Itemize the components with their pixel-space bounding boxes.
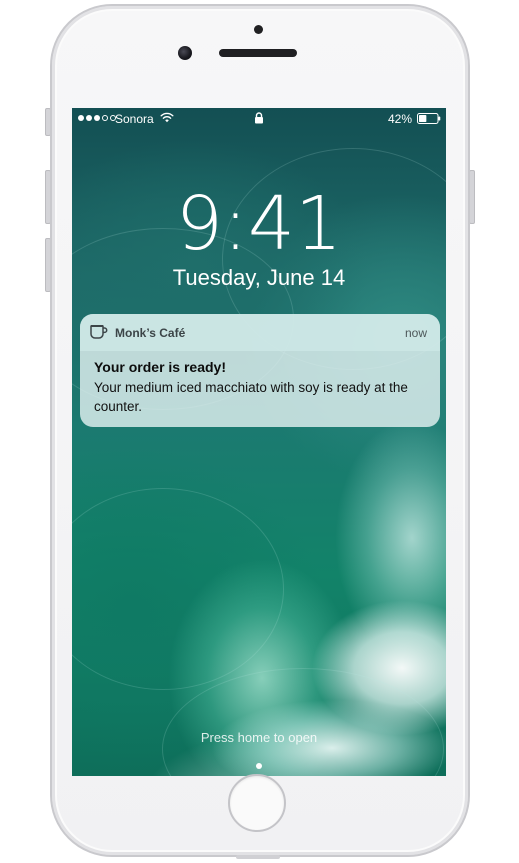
notification-card[interactable]: Monk’s Café now Your order is ready! You… bbox=[80, 314, 440, 427]
bottom-edge-detail bbox=[236, 855, 280, 859]
proximity-sensor bbox=[254, 25, 263, 34]
lock-screen-time: 9:41 bbox=[175, 181, 343, 267]
signal-dot-empty bbox=[102, 115, 108, 121]
front-camera bbox=[178, 46, 192, 60]
battery-percent: 42% bbox=[388, 112, 413, 126]
home-button[interactable] bbox=[228, 774, 286, 832]
status-bar: Sonora 42% bbox=[72, 108, 446, 130]
wallpaper-ripple bbox=[72, 488, 284, 690]
wallpaper-ripple bbox=[162, 668, 444, 776]
lock-screen-date: Tuesday, June 14 bbox=[172, 265, 346, 290]
carrier-name: Sonora bbox=[115, 112, 154, 126]
earpiece-speaker bbox=[219, 49, 297, 57]
lock-icon bbox=[255, 112, 263, 124]
signal-dot-filled bbox=[78, 115, 84, 121]
notification-body: Your medium iced macchiato with soy is r… bbox=[94, 380, 408, 414]
lock-screen[interactable]: Sonora 42% 9:41 Tuesday, June 14 Monk’s … bbox=[72, 108, 446, 776]
wifi-icon bbox=[160, 112, 174, 123]
coffee-cup-icon bbox=[90, 325, 108, 339]
battery-icon bbox=[417, 113, 441, 124]
unlock-hint: Press home to open bbox=[200, 730, 318, 745]
notification-title: Your order is ready! bbox=[94, 359, 227, 375]
notification-header: Monk’s Café now bbox=[80, 314, 440, 351]
page-indicator-dot bbox=[256, 763, 262, 769]
signal-strength-indicator bbox=[78, 115, 116, 123]
signal-dot-filled bbox=[94, 115, 100, 121]
notification-app-name: Monk’s Café bbox=[115, 326, 186, 340]
notification-time: now bbox=[404, 326, 427, 340]
signal-dot-filled bbox=[86, 115, 92, 121]
